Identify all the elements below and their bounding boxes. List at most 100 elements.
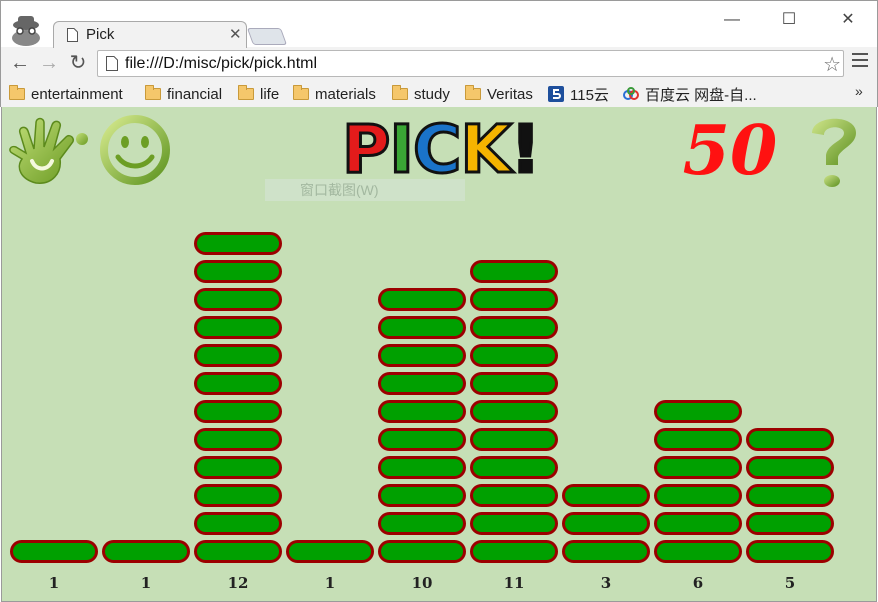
close-window-button[interactable]: ✕ [833,7,863,33]
stone[interactable] [286,540,374,563]
page-icon [67,28,78,42]
stone[interactable] [470,512,558,535]
stone[interactable] [378,400,466,423]
stone-column[interactable]: 1 [101,107,191,602]
stone[interactable] [378,288,466,311]
stone-column[interactable]: 6 [653,107,743,602]
stone-column[interactable]: 3 [561,107,651,602]
stone-column[interactable]: 1 [285,107,375,602]
tab-close-button[interactable]: ✕ [229,25,242,43]
forward-button[interactable]: → [37,51,61,75]
tab-title: Pick [86,26,115,43]
stone[interactable] [194,400,282,423]
stone[interactable] [562,512,650,535]
stone[interactable] [194,428,282,451]
stone[interactable] [470,456,558,479]
115-icon [548,86,564,102]
bookmark-baidu-cloud[interactable]: 百度云 网盘-自... [623,83,757,105]
stone[interactable] [654,540,742,563]
maximize-button[interactable]: ☐ [774,7,804,33]
stone[interactable] [746,456,834,479]
stone[interactable] [746,512,834,535]
minimize-button[interactable]: — [717,7,747,33]
new-tab-button[interactable] [246,28,288,45]
stone[interactable] [470,540,558,563]
stone[interactable] [562,484,650,507]
column-count: 12 [227,574,249,592]
stone[interactable] [746,484,834,507]
bookmark-financial[interactable]: financial [145,83,222,105]
stone[interactable] [470,260,558,283]
stone[interactable] [654,456,742,479]
stone[interactable] [470,316,558,339]
stone[interactable] [102,540,190,563]
page-icon [106,56,118,71]
back-button[interactable]: ← [8,51,32,75]
stone-column[interactable]: 1 [9,107,99,602]
stone[interactable] [470,400,558,423]
column-count: 3 [600,574,612,592]
stone[interactable] [470,372,558,395]
stone[interactable] [10,540,98,563]
bookmark-study[interactable]: study [392,83,450,105]
stone[interactable] [378,512,466,535]
menu-icon[interactable] [852,53,868,71]
stone[interactable] [378,428,466,451]
reload-button[interactable]: ↻ [66,51,90,75]
bookmark-label: study [414,85,450,103]
stone-column[interactable]: 5 [745,107,835,602]
stone[interactable] [470,484,558,507]
stone[interactable] [378,484,466,507]
stone[interactable] [470,428,558,451]
stone[interactable] [654,400,742,423]
bookmark-label: entertainment [31,85,123,103]
stone[interactable] [470,288,558,311]
bookmark-materials[interactable]: materials [293,83,376,105]
stone-column[interactable]: 11 [469,107,559,602]
stone[interactable] [378,456,466,479]
stone[interactable] [378,316,466,339]
stone[interactable] [470,344,558,367]
stone[interactable] [746,540,834,563]
stone[interactable] [654,428,742,451]
column-count: 6 [692,574,704,592]
bookmark-veritas[interactable]: Veritas [465,83,533,105]
stone[interactable] [194,344,282,367]
stone[interactable] [562,540,650,563]
bookmark-star-icon[interactable]: ☆ [823,52,841,77]
bookmarks-overflow-button[interactable]: » [855,83,863,99]
bookmark-entertainment[interactable]: entertainment [9,83,123,105]
stone[interactable] [194,456,282,479]
game-page: P I C K ! 50 窗口截图(W) 1 1 12 1 10 11 3 6 5 [1,107,877,602]
stone-column[interactable]: 10 [377,107,467,602]
stone-column[interactable]: 12 [193,107,283,602]
stone[interactable] [194,288,282,311]
stone[interactable] [194,260,282,283]
stone-columns: 1 1 12 1 10 11 3 6 5 [2,107,878,602]
address-bar[interactable]: file:///D:/misc/pick/pick.html ☆ [97,50,844,77]
folder-icon [293,85,309,100]
stone[interactable] [378,540,466,563]
url-text: file:///D:/misc/pick/pick.html [125,55,318,72]
stone[interactable] [194,316,282,339]
stone[interactable] [654,512,742,535]
stone[interactable] [654,484,742,507]
bookmark-label: life [260,85,280,103]
bookmark-115[interactable]: 115云 [548,83,609,105]
folder-icon [465,85,481,100]
stone[interactable] [194,512,282,535]
stone[interactable] [378,372,466,395]
stone[interactable] [194,540,282,563]
stone[interactable] [194,232,282,255]
column-count: 1 [140,574,152,592]
tab-pick[interactable]: Pick ✕ [53,21,247,48]
stone[interactable] [746,428,834,451]
stone[interactable] [194,484,282,507]
stone[interactable] [194,372,282,395]
column-count: 10 [411,574,433,592]
bookmark-life[interactable]: life [238,83,279,105]
bookmark-label: materials [315,85,376,103]
bookmark-label: 115云 [570,86,609,104]
stone[interactable] [378,344,466,367]
bookmark-label: financial [167,85,223,103]
